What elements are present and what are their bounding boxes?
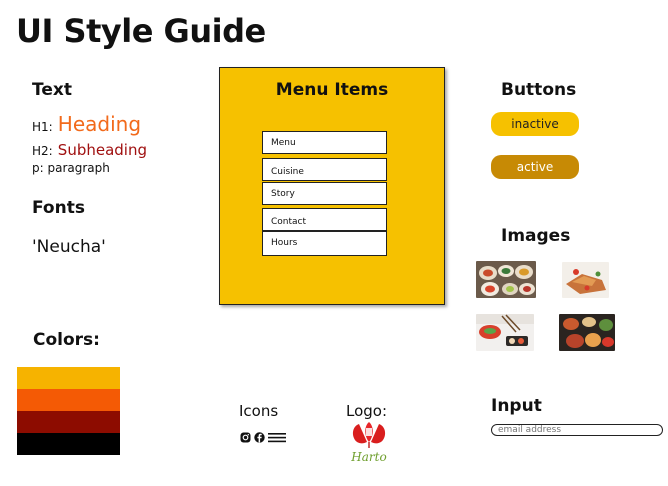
text-heading: Text bbox=[32, 80, 72, 100]
color-swatch-black bbox=[17, 433, 120, 455]
fonts-heading: Fonts bbox=[32, 198, 85, 218]
font-name: 'Neucha' bbox=[32, 237, 106, 257]
h2-prefix: H2: bbox=[32, 144, 53, 158]
menu-items-panel: Menu Items Menu Cuisine Story Contact Ho… bbox=[219, 67, 445, 305]
h2-value: Subheading bbox=[57, 141, 147, 159]
logo-wordmark: Harto bbox=[350, 450, 386, 464]
harto-logo: Harto bbox=[345, 420, 393, 464]
menu-item-cuisine[interactable]: Cuisine bbox=[262, 158, 387, 181]
color-swatch-red bbox=[17, 411, 120, 433]
menu-item-menu[interactable]: Menu bbox=[262, 131, 387, 154]
email-input[interactable] bbox=[491, 424, 663, 436]
icons-heading: Icons bbox=[239, 402, 279, 420]
icons-row bbox=[240, 428, 286, 447]
paragraph-sample: p: paragraph bbox=[32, 161, 110, 175]
food-image-1 bbox=[476, 261, 536, 298]
menu-item-contact[interactable]: Contact bbox=[262, 208, 387, 231]
menu-items-heading: Menu Items bbox=[275, 80, 389, 100]
buttons-heading: Buttons bbox=[501, 80, 577, 100]
hamburger-menu-icon[interactable] bbox=[268, 428, 286, 447]
inactive-button[interactable]: inactive bbox=[491, 112, 579, 136]
h1-sample: H1: Heading bbox=[32, 112, 141, 136]
active-button[interactable]: active bbox=[491, 155, 579, 179]
input-heading: Input bbox=[491, 396, 542, 416]
h1-value: Heading bbox=[57, 112, 142, 136]
menu-item-story[interactable]: Story bbox=[262, 182, 387, 205]
colors-heading: Colors: bbox=[33, 330, 100, 350]
h2-sample: H2: Subheading bbox=[32, 140, 147, 159]
food-image-2 bbox=[562, 262, 609, 298]
color-swatch-yellow bbox=[17, 367, 120, 389]
menu-item-hours[interactable]: Hours bbox=[262, 231, 387, 256]
color-swatch-orange bbox=[17, 389, 120, 411]
facebook-icon[interactable] bbox=[254, 428, 265, 447]
food-image-4 bbox=[559, 314, 615, 351]
logo-heading: Logo: bbox=[346, 402, 388, 420]
images-heading: Images bbox=[501, 226, 571, 246]
instagram-icon[interactable] bbox=[240, 428, 251, 447]
h1-prefix: H1: bbox=[32, 120, 53, 134]
page-title: UI Style Guide bbox=[16, 12, 266, 50]
food-image-3 bbox=[476, 314, 534, 351]
